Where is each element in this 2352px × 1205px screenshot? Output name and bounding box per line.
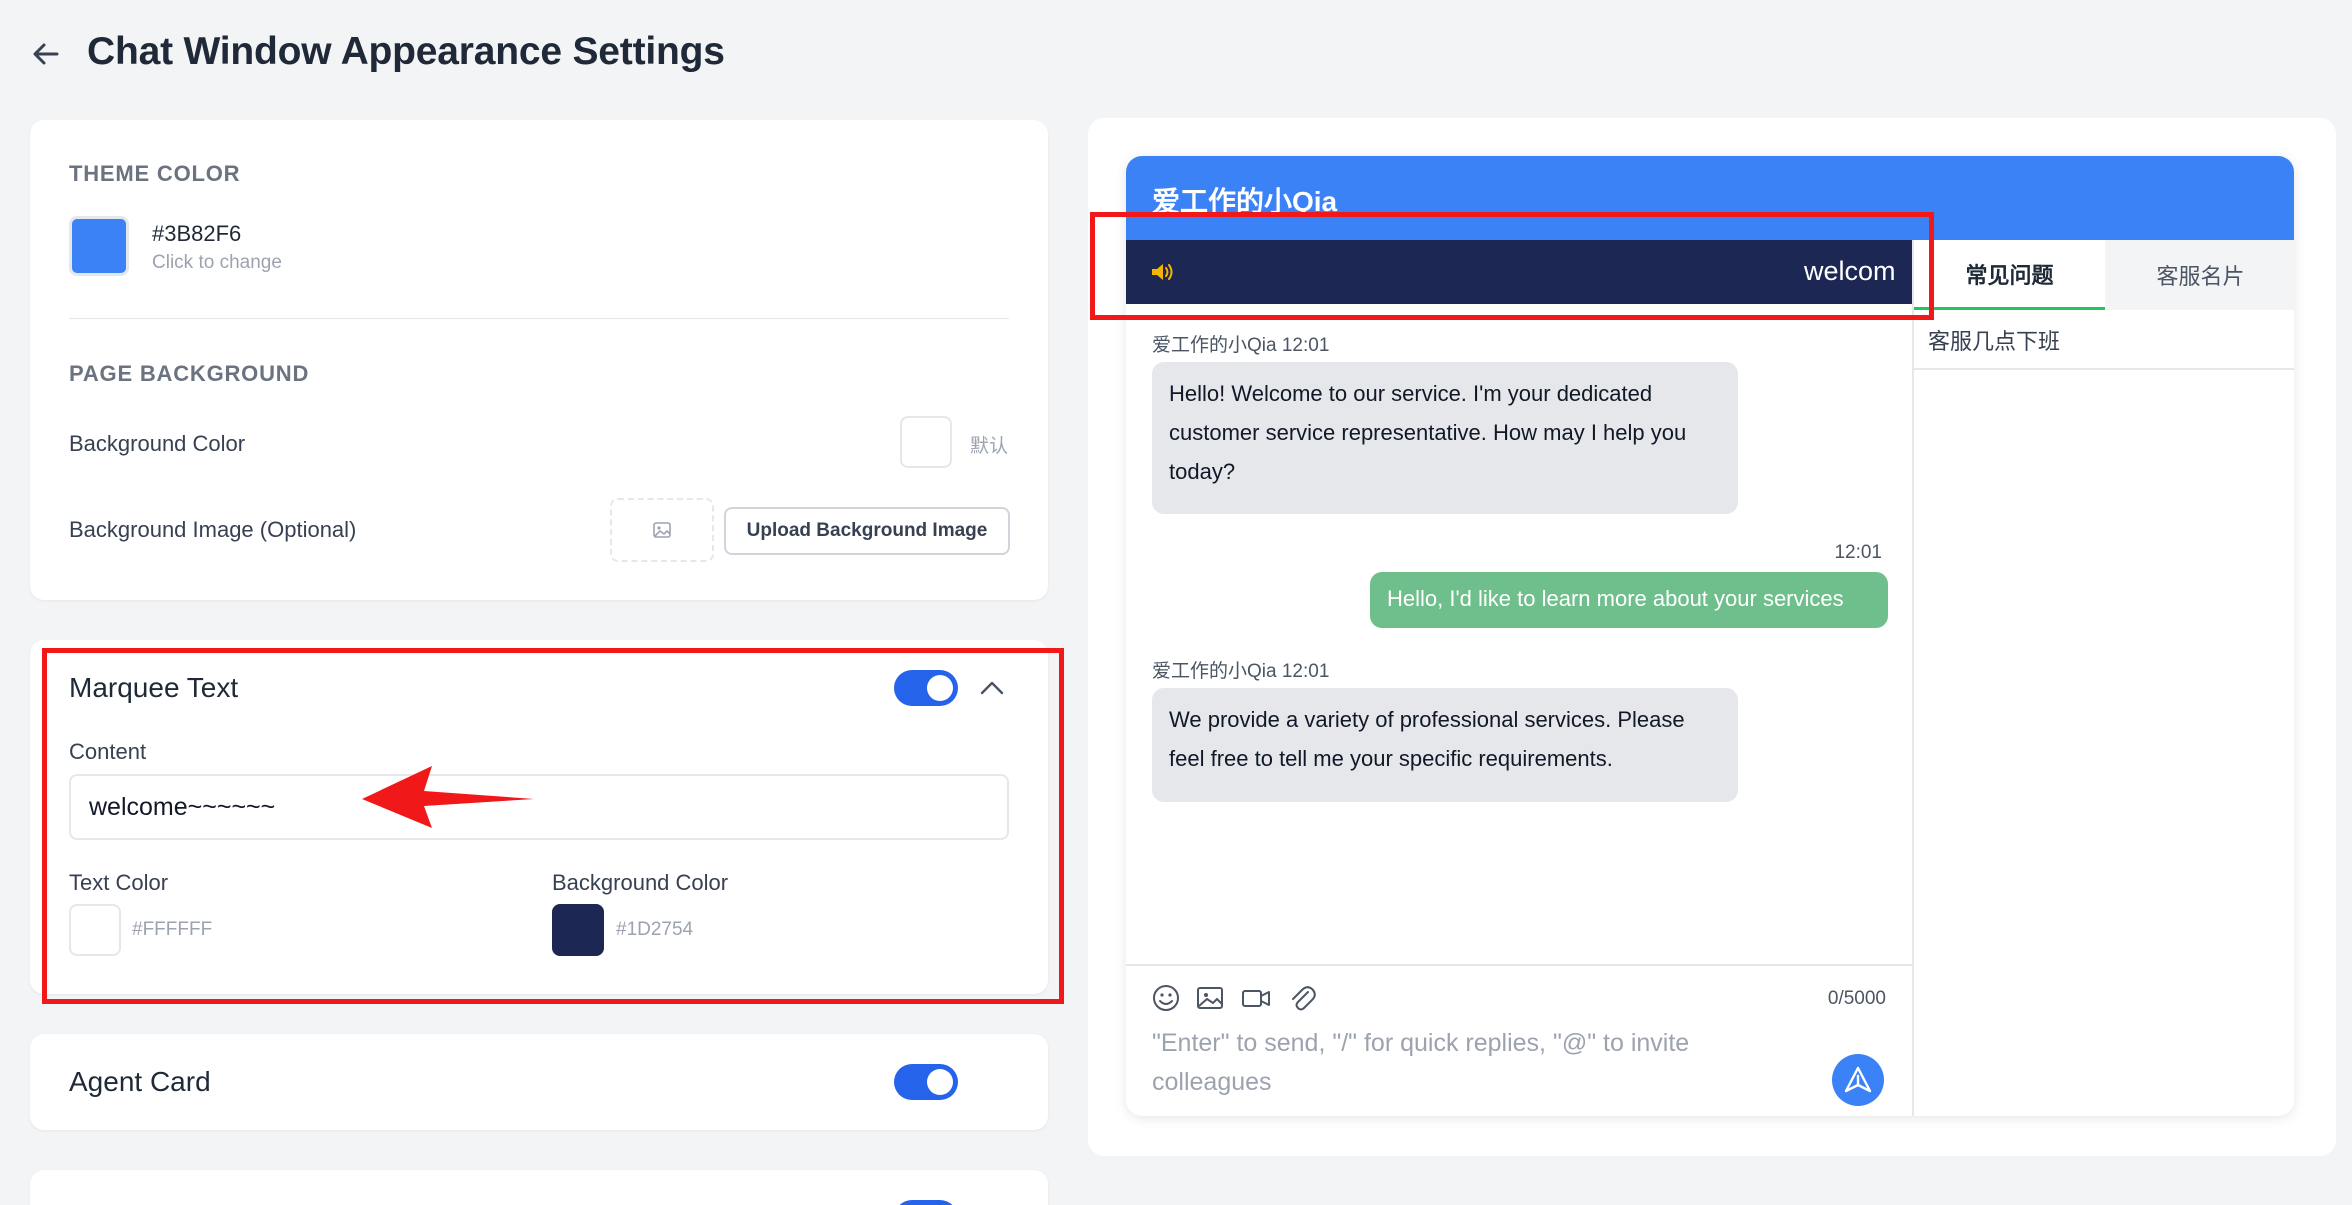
tab-agent-card[interactable]: 客服名片 <box>2105 240 2294 310</box>
marquee-text-color-hex: #FFFFFF <box>132 919 213 940</box>
background-color-default: 默认 <box>970 436 1009 457</box>
message-3-bubble: We provide a variety of professional ser… <box>1152 688 1738 802</box>
next-settings-card <box>30 1170 1048 1205</box>
marquee-content-label: Content <box>69 739 147 764</box>
marquee-toggle[interactable] <box>894 670 958 706</box>
page-title: Chat Window Appearance Settings <box>87 30 725 73</box>
message-input[interactable] <box>1152 1024 1792 1108</box>
agent-card-toggle[interactable] <box>894 1064 958 1100</box>
faq-item[interactable]: 客服几点下班 <box>1914 312 2294 370</box>
marquee-bg-color-hex: #1D2754 <box>616 919 694 940</box>
marquee-text-color-label: Text Color <box>69 870 169 895</box>
message-1-bubble: Hello! Welcome to our service. I'm your … <box>1152 362 1738 514</box>
agent-card-title: Agent Card <box>69 1066 211 1097</box>
next-settings-toggle[interactable] <box>894 1200 958 1205</box>
message-1-sender: 爱工作的小Qia 12:01 <box>1152 335 1330 356</box>
background-color-swatch[interactable] <box>900 416 952 468</box>
theme-color-hint: Click to change <box>152 252 282 273</box>
chevron-up-icon[interactable] <box>978 676 1006 700</box>
theme-color-hex: #3B82F6 <box>152 221 242 246</box>
tab-faq[interactable]: 常见问题 <box>1914 240 2105 310</box>
marquee-content-input[interactable] <box>69 774 1009 840</box>
char-counter: 0/5000 <box>1827 988 1886 1009</box>
chat-window-preview: 爱工作的小Qia welcom 爱工作的小Qia 12:01 Hello! We… <box>1126 156 2294 1116</box>
agent-card-card: Agent Card <box>30 1034 1048 1130</box>
image-icon <box>653 522 671 538</box>
speaker-icon <box>1152 264 1173 280</box>
page-header: Chat Window Appearance Settings <box>0 0 2352 110</box>
marquee-card: Marquee Text Content Text Color #FFFFFF … <box>30 640 1048 994</box>
marquee-text-color-swatch[interactable] <box>69 904 121 956</box>
image-icon[interactable] <box>1194 982 1226 1014</box>
theme-color-swatch[interactable] <box>69 216 129 276</box>
chat-side-panel: 常见问题 客服名片 客服几点下班 <box>1912 240 2294 1116</box>
marquee-bg-color-label: Background Color <box>552 870 729 895</box>
chat-title: 爱工作的小Qia <box>1152 186 1338 217</box>
marquee-bar: welcom <box>1126 240 1912 304</box>
message-2-time: 12:01 <box>1834 542 1882 563</box>
send-icon <box>1844 1066 1872 1093</box>
background-color-label: Background Color <box>69 431 246 456</box>
chat-header: 爱工作的小Qia <box>1126 156 2294 240</box>
message-3-sender: 爱工作的小Qia 12:01 <box>1152 661 1330 682</box>
marquee-text: welcom <box>1804 256 1896 286</box>
page-background-section-label: PAGE BACKGROUND <box>69 361 310 386</box>
back-button[interactable] <box>26 34 66 74</box>
message-2-bubble: Hello, I'd like to learn more about your… <box>1370 572 1888 628</box>
marquee-bg-color-swatch[interactable] <box>552 904 604 956</box>
section-divider <box>69 318 1009 319</box>
annotation-arrow <box>362 766 534 828</box>
emoji-icon[interactable] <box>1150 982 1182 1014</box>
theme-section-label: THEME COLOR <box>69 161 241 186</box>
upload-background-image-button[interactable]: Upload Background Image <box>724 507 1010 555</box>
chat-composer: 0/5000 <box>1126 964 1912 1116</box>
background-image-preview[interactable] <box>610 498 714 562</box>
video-icon[interactable] <box>1240 982 1272 1014</box>
attachment-icon[interactable] <box>1286 982 1318 1014</box>
appearance-card: THEME COLOR #3B82F6 Click to change PAGE… <box>30 120 1048 600</box>
arrow-left-icon <box>33 43 59 65</box>
background-image-label: Background Image (Optional) <box>69 517 357 542</box>
marquee-card-title: Marquee Text <box>69 672 239 703</box>
send-button[interactable] <box>1832 1054 1884 1106</box>
